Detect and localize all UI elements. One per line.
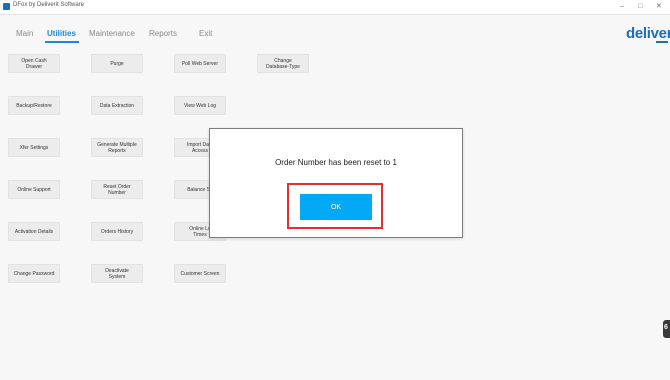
title-bar: DFox by Deliverit Software – □ ✕ xyxy=(0,0,670,15)
tab-exit[interactable]: Exit xyxy=(199,29,212,38)
brand-underline xyxy=(656,41,668,43)
deactivate-system-button[interactable]: Deactivate System xyxy=(91,264,143,283)
dialog-message: Order Number has been reset to 1 xyxy=(275,158,397,167)
xfer-settings-button[interactable]: Xfer Settings xyxy=(8,138,60,157)
customer-screen-button[interactable]: Customer Screen xyxy=(174,264,226,283)
activation-details-button[interactable]: Activation Details xyxy=(8,222,60,241)
window-title: DFox by Deliverit Software xyxy=(13,2,85,8)
orders-history-button[interactable]: Orders History xyxy=(91,222,143,241)
change-database-type-button[interactable]: Change Database-Type xyxy=(257,54,309,73)
minimize-icon[interactable]: – xyxy=(620,2,624,11)
view-web-log-button[interactable]: View Web Log xyxy=(174,96,226,115)
reset-order-number-button[interactable]: Reset Order Number xyxy=(91,180,143,199)
brand-logo: deliverit xyxy=(626,25,670,42)
tab-maintenance[interactable]: Maintenance xyxy=(89,29,135,38)
tab-utilities[interactable]: Utilities xyxy=(47,29,76,38)
maximize-icon[interactable]: □ xyxy=(638,2,642,11)
active-tab-indicator xyxy=(45,41,79,43)
purge-button[interactable]: Purge xyxy=(91,54,143,73)
reset-confirmation-dialog: Order Number has been reset to 1 OK xyxy=(209,128,463,238)
side-panel-handle[interactable]: 6 xyxy=(663,320,670,338)
generate-multiple-reports-button[interactable]: Generate Multiple Reports xyxy=(91,138,143,157)
poll-web-server-button[interactable]: Poll Web Server xyxy=(174,54,226,73)
backup-restore-button[interactable]: Backup/Restore xyxy=(8,96,60,115)
tab-main[interactable]: Main xyxy=(16,29,33,38)
open-cash-drawer-button[interactable]: Open Cash Drawer xyxy=(8,54,60,73)
online-support-button[interactable]: Online Support xyxy=(8,180,60,199)
close-icon[interactable]: ✕ xyxy=(656,2,662,11)
menu-bar: Main Utilities Maintenance Reports Exit … xyxy=(0,15,670,45)
side-handle-glyph: 6 xyxy=(664,324,668,331)
change-password-button[interactable]: Change Password xyxy=(8,264,60,283)
ok-button[interactable]: OK xyxy=(300,194,372,220)
app-logo-icon xyxy=(3,3,10,10)
tab-reports[interactable]: Reports xyxy=(149,29,177,38)
data-extraction-button[interactable]: Data Extraction xyxy=(91,96,143,115)
